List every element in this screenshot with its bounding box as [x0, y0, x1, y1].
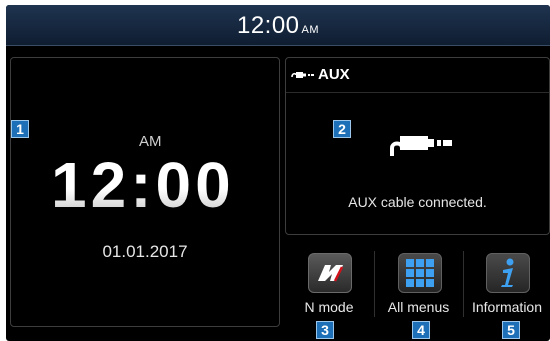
aux-widget[interactable]: AUX AUX cable connected. [285, 57, 550, 235]
callout-5: 5 [502, 321, 520, 339]
callout-3: 3 [316, 321, 334, 339]
status-bar-clock: 12:00 AM [6, 12, 550, 40]
aux-header: AUX [286, 58, 549, 93]
status-bar-ampm: AM [301, 24, 320, 36]
status-bar-time: 12:00 [236, 12, 300, 39]
grid-icon [397, 253, 442, 293]
aux-cable-icon [380, 122, 462, 167]
n-mode-label: N mode [304, 299, 354, 315]
info-icon [486, 253, 530, 293]
clock-widget[interactable]: AM 12:00 01.01.2017 [10, 57, 280, 327]
status-bar: 12:00 AM [6, 5, 550, 46]
information-label: Information [471, 299, 543, 315]
aux-title: AUX [318, 66, 350, 83]
n-logo-icon [308, 253, 352, 293]
aux-plug-icon [291, 68, 315, 86]
clock-date: 01.01.2017 [102, 242, 188, 261]
callout-1: 1 [11, 120, 29, 138]
information-button[interactable]: Information [464, 245, 550, 323]
callout-2: 2 [333, 120, 351, 138]
all-menus-label: All menus [387, 299, 450, 315]
all-menus-button[interactable]: All menus [375, 245, 462, 323]
aux-status-message: AUX cable connected. [348, 194, 487, 210]
head-unit-screen: 12:00 AM AM 12:00 01.01.2017 AUX AUX cab… [6, 5, 550, 341]
callout-4: 4 [412, 321, 430, 339]
n-mode-button[interactable]: N mode [285, 245, 373, 323]
clock-time: 12:00 [51, 149, 235, 221]
